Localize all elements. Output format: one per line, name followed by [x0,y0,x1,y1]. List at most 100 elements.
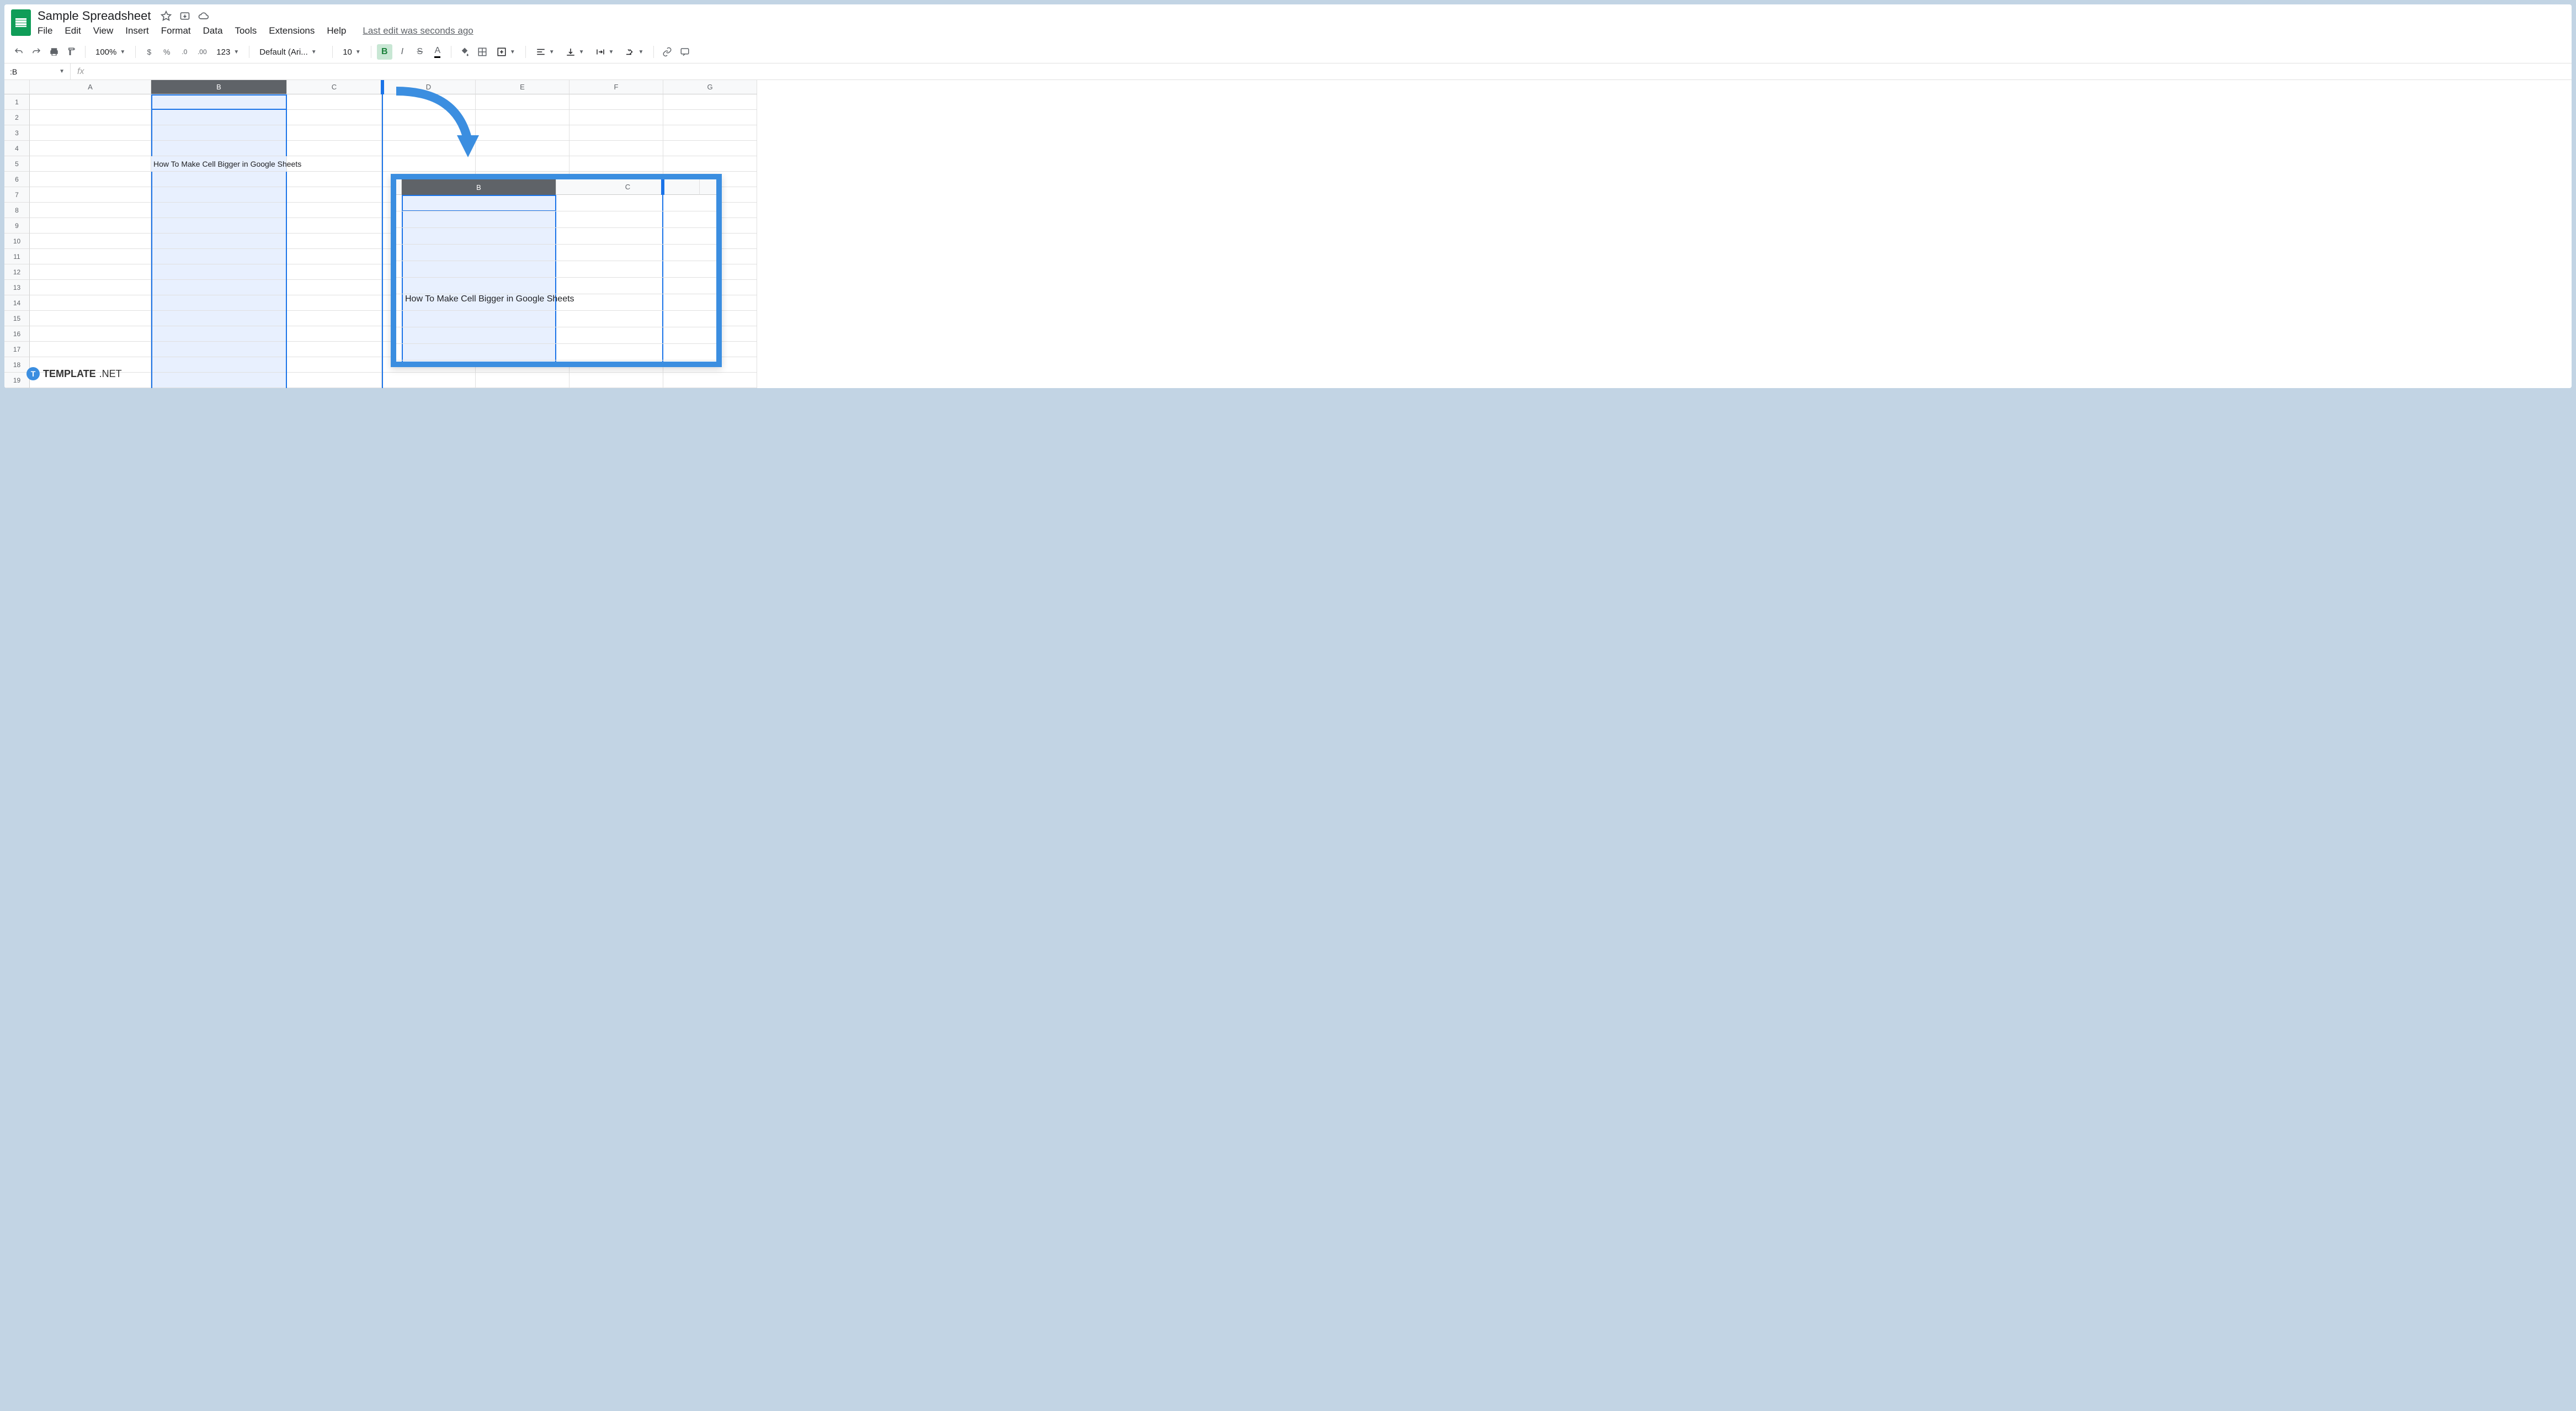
last-edit-link[interactable]: Last edit was seconds ago [363,25,473,36]
inset-col-header-b[interactable]: B [402,179,556,195]
text-rotation-button[interactable]: ▼ [620,44,648,60]
undo-button[interactable] [11,44,26,60]
cell[interactable] [151,218,287,234]
cell[interactable] [151,187,287,203]
strikethrough-button[interactable]: S [412,44,428,60]
inset-col-header-c[interactable]: C [556,179,700,195]
cell[interactable] [287,280,382,295]
cell[interactable] [30,264,151,280]
row-header[interactable]: 5 [4,156,30,172]
cell[interactable] [570,141,663,156]
col-header-b[interactable]: B [151,80,287,94]
cell[interactable] [151,203,287,218]
menu-view[interactable]: View [93,25,114,36]
cell[interactable] [570,125,663,141]
cell[interactable] [30,280,151,295]
cell[interactable] [151,311,287,326]
italic-button[interactable]: I [395,44,410,60]
font-size-select[interactable]: 10▼ [338,44,365,60]
menu-insert[interactable]: Insert [125,25,149,36]
cell[interactable] [570,156,663,172]
text-wrap-button[interactable]: ▼ [591,44,619,60]
cell[interactable] [151,295,287,311]
cell[interactable] [570,110,663,125]
row-header[interactable]: 4 [4,141,30,156]
cell[interactable] [570,373,663,388]
cell[interactable] [30,141,151,156]
cell[interactable] [663,141,757,156]
insert-comment-button[interactable] [677,44,693,60]
cell[interactable] [151,373,287,388]
row-header[interactable]: 9 [4,218,30,234]
move-icon[interactable] [179,10,190,22]
row-header[interactable]: 8 [4,203,30,218]
row-header[interactable]: 16 [4,326,30,342]
menu-format[interactable]: Format [161,25,191,36]
cell[interactable] [287,249,382,264]
cell[interactable] [30,94,151,110]
cell[interactable] [151,110,287,125]
col-header-a[interactable]: A [30,80,151,94]
menu-file[interactable]: File [38,25,52,36]
cell[interactable] [30,234,151,249]
merge-cells-button[interactable]: ▼ [492,44,520,60]
redo-button[interactable] [29,44,44,60]
cell[interactable] [287,342,382,357]
cell[interactable] [287,264,382,280]
cell[interactable] [151,94,287,110]
row-header[interactable]: 2 [4,110,30,125]
text-color-button[interactable]: A [430,44,445,60]
cell[interactable] [287,94,382,110]
cell[interactable] [287,326,382,342]
cell[interactable] [151,326,287,342]
row-header[interactable]: 15 [4,311,30,326]
increase-decimal-button[interactable]: .00 [194,44,210,60]
menu-edit[interactable]: Edit [65,25,81,36]
row-header[interactable]: 7 [4,187,30,203]
column-resize-handle[interactable] [381,80,384,94]
formula-input[interactable] [91,63,2572,79]
cell[interactable] [30,125,151,141]
cell[interactable] [30,203,151,218]
cell[interactable] [30,156,151,172]
col-header-c[interactable]: C [287,80,382,94]
cell[interactable] [151,357,287,373]
name-box[interactable]: :B ▼ [4,63,71,79]
cell[interactable] [287,357,382,373]
cell[interactable] [287,295,382,311]
cell[interactable] [287,172,382,187]
row-header[interactable]: 17 [4,342,30,357]
cell[interactable] [30,342,151,357]
cell[interactable] [476,373,570,388]
percent-button[interactable]: % [159,44,174,60]
row-header[interactable]: 14 [4,295,30,311]
more-formats-select[interactable]: 123▼ [212,44,243,60]
cell[interactable] [30,187,151,203]
cell[interactable] [663,94,757,110]
row-header[interactable]: 13 [4,280,30,295]
cell[interactable] [287,141,382,156]
print-button[interactable] [46,44,62,60]
insert-link-button[interactable] [659,44,675,60]
cloud-icon[interactable] [198,10,209,22]
font-select[interactable]: Default (Ari...▼ [255,44,327,60]
cell[interactable] [287,234,382,249]
cell[interactable] [287,373,382,388]
cell[interactable] [151,234,287,249]
borders-button[interactable] [475,44,490,60]
col-header-f[interactable]: F [570,80,663,94]
cell[interactable] [151,280,287,295]
menu-tools[interactable]: Tools [235,25,257,36]
cell[interactable] [287,203,382,218]
cell[interactable] [663,373,757,388]
cell[interactable] [570,94,663,110]
cell[interactable] [287,187,382,203]
cell[interactable] [30,295,151,311]
row-header[interactable]: 6 [4,172,30,187]
cell[interactable] [382,373,476,388]
cell[interactable] [151,172,287,187]
row-header[interactable]: 1 [4,94,30,110]
vertical-align-button[interactable]: ▼ [561,44,589,60]
cell[interactable] [287,110,382,125]
cell[interactable] [151,249,287,264]
